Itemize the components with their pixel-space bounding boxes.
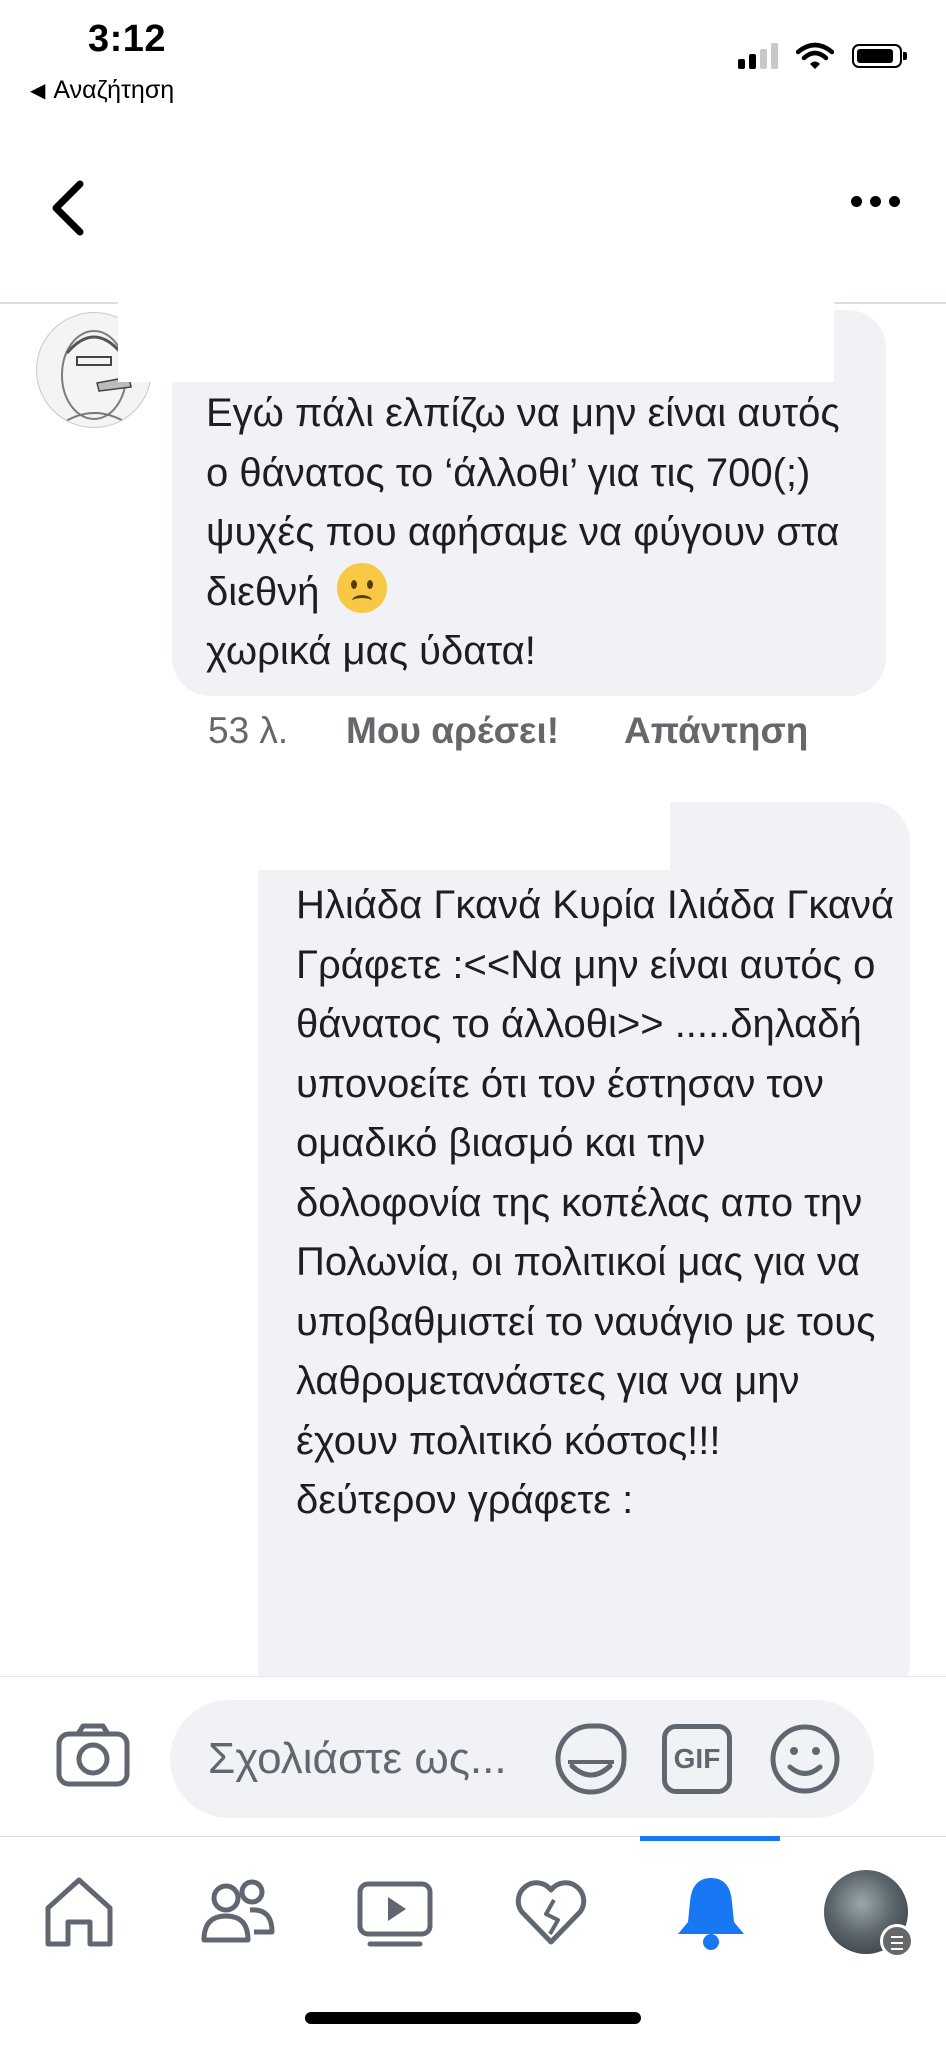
friends-icon[interactable] [196, 1870, 278, 1952]
avatar-redaction [150, 860, 258, 1720]
wifi-icon [796, 42, 834, 69]
camera-icon[interactable] [56, 1722, 130, 1788]
comment-placeholder: Σχολιάστε ως... [208, 1734, 507, 1783]
back-to-app-link[interactable]: ◀ Αναζήτηση [30, 76, 174, 105]
status-time: 3:12 [88, 18, 167, 60]
comment-text-main: Εγώ πάλι ελπίζω να μην είναι αυτός ο θάν… [206, 391, 840, 614]
emoji-icon[interactable] [768, 1722, 842, 1796]
battery-icon [852, 44, 907, 68]
home-indicator [305, 2012, 641, 2024]
back-chevron-icon[interactable] [44, 178, 94, 238]
more-dots-icon[interactable] [851, 196, 900, 207]
worried-face-icon [336, 562, 387, 613]
watch-icon[interactable] [354, 1870, 436, 1952]
status-icons [738, 42, 907, 70]
notifications-bell-icon[interactable] [670, 1870, 752, 1952]
comment-timestamp: 53 λ. [208, 710, 289, 751]
reply-button[interactable]: Απάντηση [624, 710, 808, 752]
name-redaction [150, 790, 670, 870]
home-icon[interactable] [38, 1870, 120, 1952]
reply-text: Ηλιάδα Γκανά Κυρία Ιλιάδα Γκανά Γράφετε … [296, 883, 895, 1522]
back-triangle-icon: ◀ [30, 80, 46, 102]
active-tab-indicator [640, 1836, 780, 1841]
comment-text: Εγώ πάλι ελπίζω να μην είναι αυτός ο θάν… [206, 384, 866, 682]
cellular-signal-icon [738, 43, 778, 69]
menu-icon [880, 1924, 914, 1958]
gif-icon[interactable]: GIF [662, 1724, 732, 1794]
name-redaction [118, 296, 834, 382]
sticker-icon[interactable] [554, 1722, 628, 1796]
comment-text-end: χωρικά μας ύδατα! [206, 629, 536, 673]
gif-label: GIF [673, 1743, 721, 1774]
dating-heart-icon[interactable] [510, 1870, 592, 1952]
back-app-label: Αναζήτηση [53, 76, 175, 104]
menu-profile-avatar[interactable] [824, 1870, 914, 1958]
like-button[interactable]: Μου αρέσει! [346, 710, 559, 752]
